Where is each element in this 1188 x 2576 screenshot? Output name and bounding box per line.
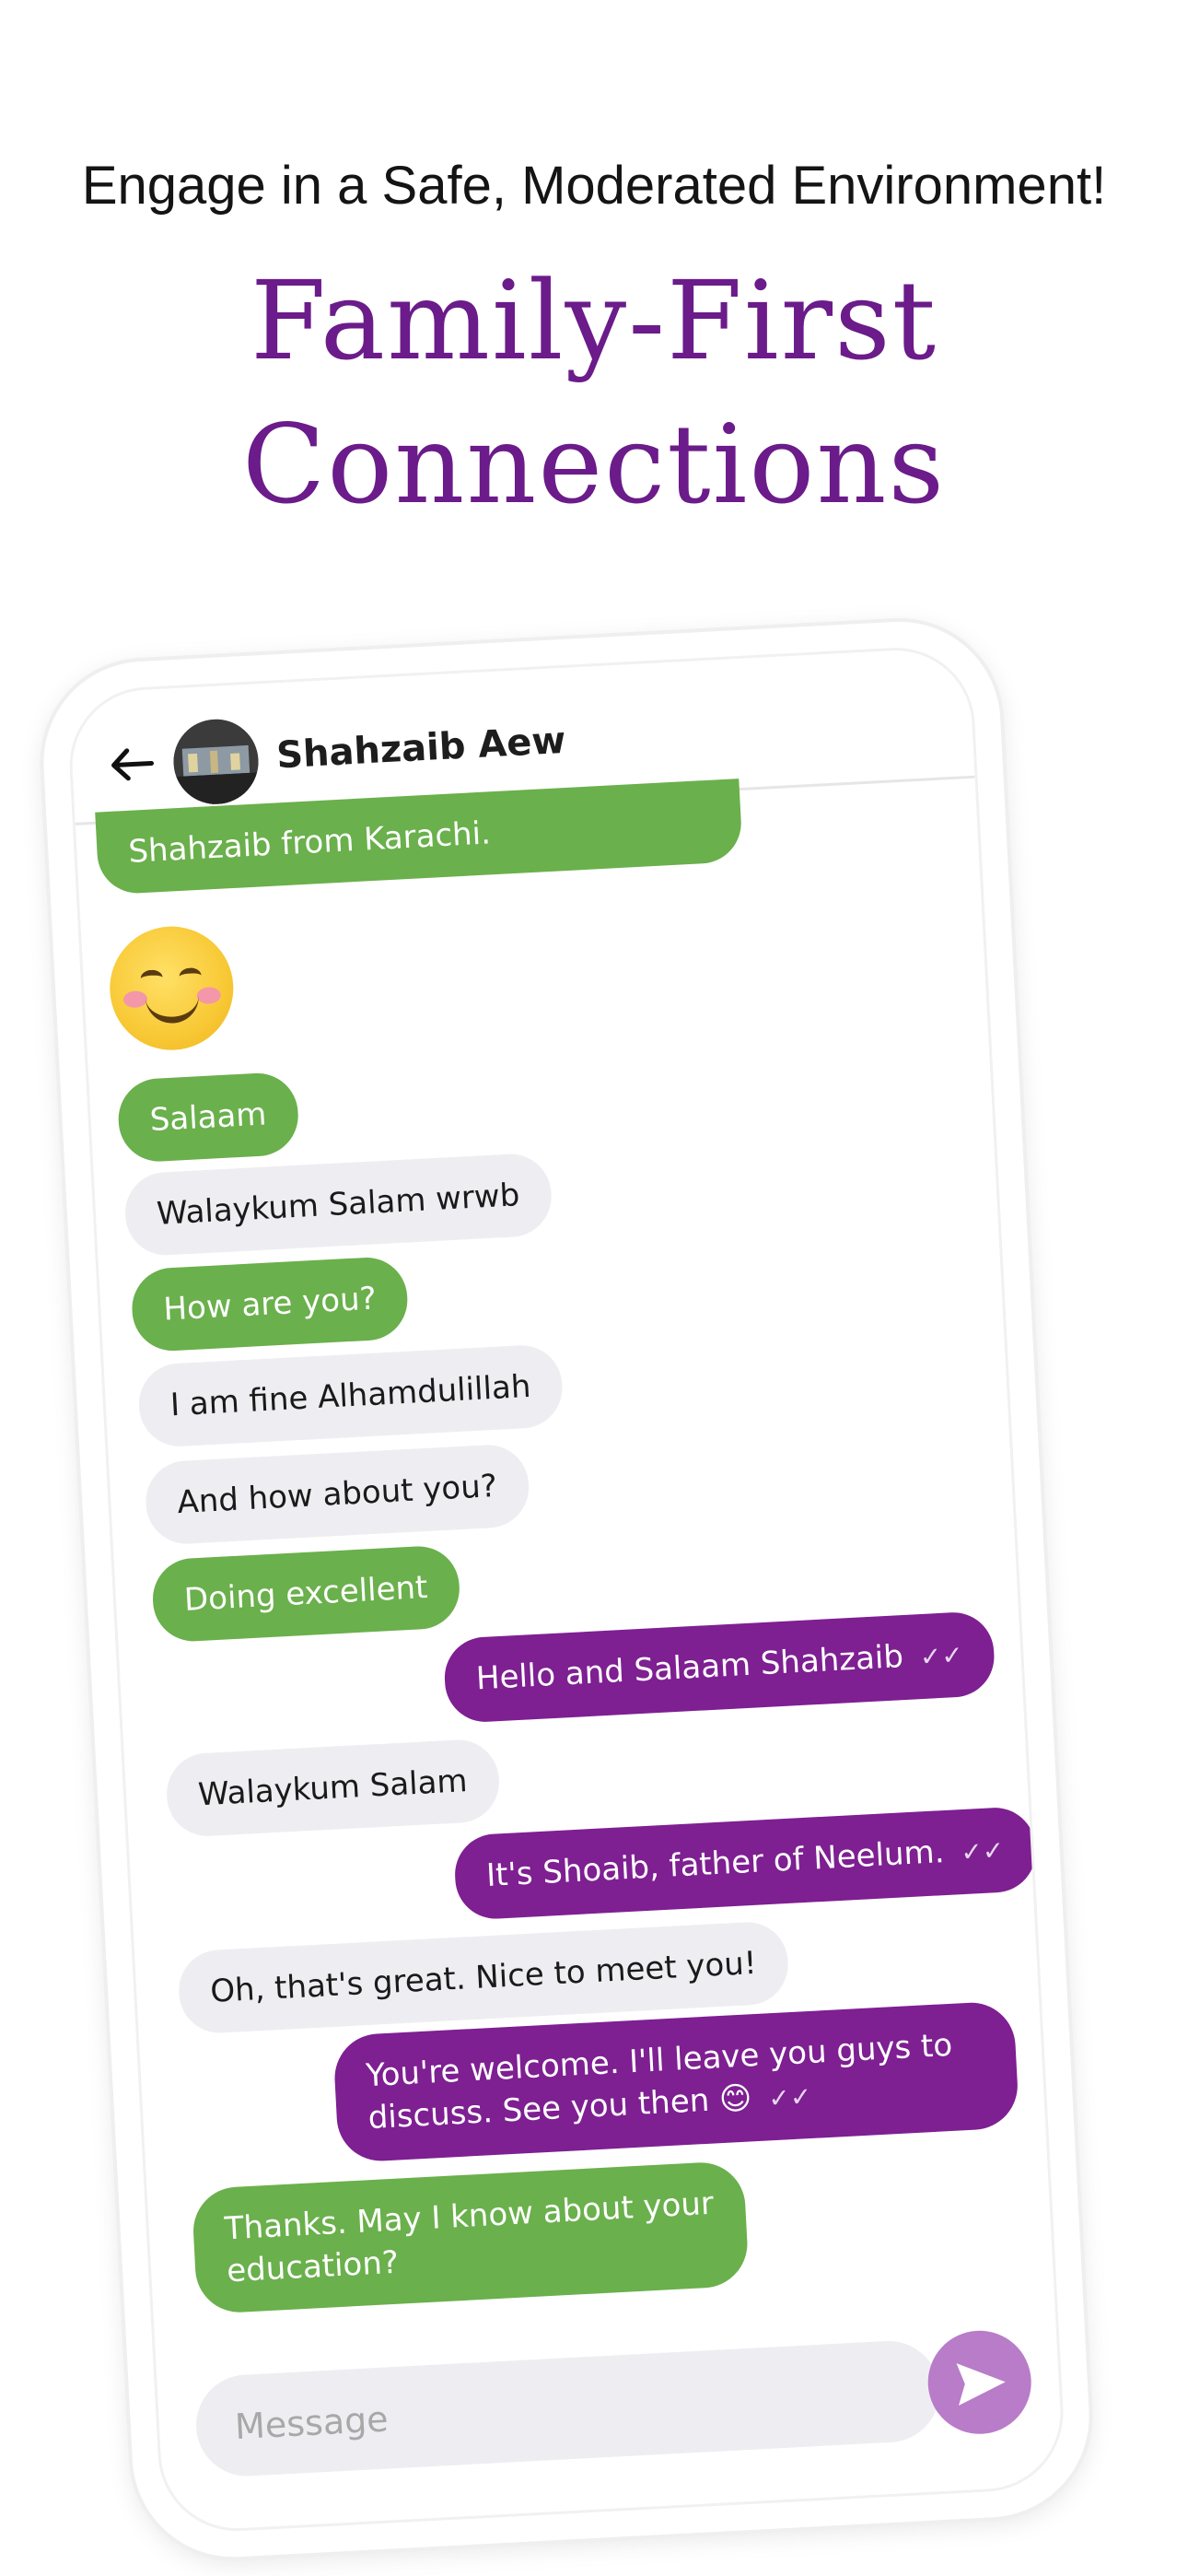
message-text: You're welcome. I'll leave you guys to d… (365, 2026, 954, 2137)
message-text: Walaykum Salam (197, 1762, 469, 1814)
message-text: And how about you? (176, 1467, 498, 1522)
message-bubble-grey[interactable]: And how about you? (144, 1443, 530, 1546)
message-text: Walaykum Salam wrwb (156, 1177, 521, 1233)
message-bubble-grey[interactable]: Walaykum Salam (164, 1738, 501, 1839)
message-text: I am fine Alhamdulillah (169, 1367, 532, 1424)
message-text: How are you? (162, 1280, 378, 1329)
message-list: Shahzaib from Karachi. Salaam Walaykum S… (76, 776, 1065, 2533)
message-bubble-sent[interactable]: Hello and Salaam Shahzaib ✓✓ (442, 1610, 997, 1725)
double-check-icon: ✓✓ (960, 1834, 1006, 1868)
message-bubble-grey[interactable]: I am fine Alhamdulillah (136, 1343, 565, 1449)
message-bubble-sent[interactable]: You're welcome. I'll leave you guys to d… (332, 2000, 1020, 2163)
message-bubble-received[interactable]: Doing excellent (150, 1544, 461, 1644)
back-arrow-icon[interactable] (109, 744, 157, 784)
message-text: Shahzaib from Karachi. (127, 814, 492, 871)
double-check-icon: ✓✓ (919, 1639, 964, 1673)
phone-mockup-wrapper: Shahzaib Aew Shahzaib from Karachi. Sala… (0, 0, 1188, 2576)
message-bubble-received[interactable]: Thanks. May I know about your education? (191, 2160, 750, 2315)
message-text: Salaam (148, 1095, 268, 1140)
send-icon (956, 2363, 1006, 2406)
message-text: It's Shoaib, father of Neelum. (485, 1833, 946, 1895)
message-bubble-grey[interactable]: Walaykum Salam wrwb (122, 1152, 553, 1258)
app-store-screenshot: Engage in a Safe, Moderated Environment!… (0, 0, 1188, 2576)
message-text: Oh, that's great. Nice to meet you! (209, 1944, 758, 2010)
message-text: Thanks. May I know about your education? (223, 2184, 715, 2290)
message-bubble-sent[interactable]: It's Shoaib, father of Neelum. ✓✓ (452, 1805, 1038, 1921)
phone-frame: Shahzaib Aew Shahzaib from Karachi. Sala… (38, 616, 1095, 2562)
message-bubble-received[interactable]: How are you? (130, 1255, 410, 1353)
message-text: Doing excellent (183, 1569, 429, 1619)
message-bubble-received[interactable]: Salaam (116, 1071, 300, 1164)
smiley-emoji-icon (106, 923, 237, 1054)
message-text: Hello and Salaam Shahzaib (474, 1638, 904, 1698)
chat-screen: Shahzaib Aew Shahzaib from Karachi. Sala… (65, 643, 1067, 2535)
contact-name[interactable]: Shahzaib Aew (275, 720, 566, 777)
contact-avatar[interactable] (171, 717, 261, 807)
double-check-icon: ✓✓ (767, 2080, 813, 2114)
